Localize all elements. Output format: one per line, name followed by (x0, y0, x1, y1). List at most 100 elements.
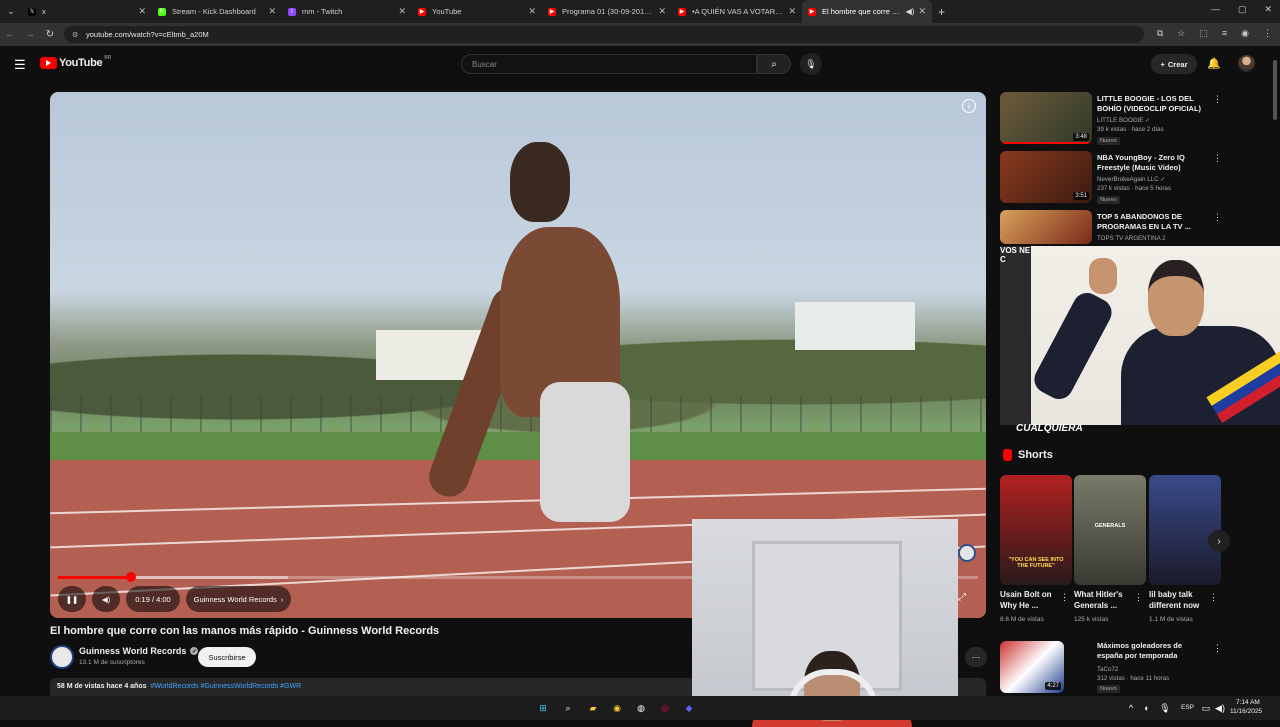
reload-icon[interactable]: ↻ (40, 29, 60, 40)
app-icon[interactable]: ◍ (634, 701, 648, 715)
new-tab-icon[interactable]: + (938, 5, 945, 19)
more-options-icon[interactable]: ⋮ (1209, 592, 1218, 603)
chrome-icon[interactable]: ◉ (610, 701, 624, 715)
tab-close-icon[interactable]: ✕ (138, 6, 146, 17)
recommendation-item[interactable]: 3:51 NBA YoungBoy - Zero IQ Freestyle (Mu… (1000, 151, 1230, 207)
bookmark-star-icon[interactable]: ☆ (1177, 28, 1185, 39)
account-avatar[interactable] (1238, 55, 1255, 72)
tab-close-icon[interactable]: ✕ (398, 6, 406, 17)
tab-close-icon[interactable]: ✕ (528, 6, 536, 17)
channel-chip[interactable]: Guinness World Records › (186, 586, 291, 612)
create-button[interactable]: + Crear (1151, 54, 1197, 74)
recommendation-thumbnail[interactable] (1000, 210, 1092, 244)
recommendation-channel[interactable]: TaCo72 (1097, 665, 1118, 674)
extensions-icon[interactable]: ⬚ (1199, 28, 1208, 39)
maximize-icon[interactable]: ▢ (1238, 4, 1247, 15)
mute-button[interactable]: ◀) (92, 586, 120, 612)
more-options-icon[interactable]: ⋮ (1213, 212, 1222, 223)
file-explorer-icon[interactable]: ▰ (586, 701, 600, 715)
voice-search-button[interactable]: 🎙 (800, 53, 822, 75)
gwr-watermark[interactable] (958, 544, 976, 562)
scrubber-handle[interactable] (125, 572, 136, 582)
browser-menu-icon[interactable]: ⋮ (1263, 28, 1272, 39)
tab-close-icon[interactable]: ✕ (918, 6, 926, 17)
browser-tab[interactable]: K Stream - Kick Dashboard ✕ (152, 0, 282, 23)
forward-icon[interactable]: → (20, 29, 40, 40)
search-input[interactable]: Buscar (461, 54, 757, 74)
short-thumbnail[interactable] (1149, 475, 1221, 585)
menu-icon[interactable]: ☰ (14, 57, 26, 73)
browser-tab[interactable]: ▶ Programa 01 (30-09-2016) - Pu ✕ (542, 0, 672, 23)
tab-close-icon[interactable]: ✕ (788, 6, 796, 17)
recommendation-title[interactable]: LITTLE BOOGIE - LOS DEL BOHÍO (VIDEOCLIP… (1097, 94, 1207, 114)
recommendation-channel[interactable]: TOPS TV ARGENTINA 2 (1097, 234, 1166, 243)
browser-tab[interactable]: t mm - Twitch ✕ (282, 0, 412, 23)
page-scrollbar[interactable] (1272, 50, 1278, 686)
discord-icon[interactable]: ◆ (682, 701, 696, 715)
media-icon[interactable]: ≡ (1222, 28, 1227, 39)
more-options-icon[interactable]: ⋮ (1213, 94, 1222, 105)
fullscreen-icon[interactable]: ⤢ (958, 592, 966, 603)
recommendation-title[interactable]: TOP 5 ABANDONOS DE PROGRAMAS EN LA TV ..… (1097, 212, 1207, 232)
speaker-icon[interactable]: ◀) (1213, 701, 1227, 715)
language-indicator[interactable]: ESP (1181, 704, 1194, 711)
tab-close-icon[interactable]: ✕ (658, 6, 666, 17)
install-icon[interactable]: ⧉ (1157, 28, 1163, 39)
short-views: 8.6 M de vistas (1000, 616, 1044, 623)
scrollbar-thumb[interactable] (1273, 60, 1277, 120)
start-icon[interactable]: ⊞ (536, 701, 550, 715)
channel-label: LITTLE BOOGIE (1097, 117, 1144, 124)
wifi-icon[interactable]: ▭ (1199, 701, 1213, 715)
site-info-icon[interactable]: ⚙ (72, 31, 78, 39)
tray-app-icon[interactable]: ◐ (1140, 701, 1154, 715)
more-options-icon[interactable]: ⋮ (1213, 153, 1222, 164)
url-field[interactable]: ⚙ youtube.com/watch?v=cEltmb_a20M (64, 26, 1144, 43)
more-actions-button[interactable]: ⋯ (965, 647, 987, 667)
pause-button[interactable]: ❚❚ (58, 586, 86, 612)
short-title[interactable]: lil baby talk different now (1149, 589, 1211, 611)
info-icon[interactable]: i (962, 99, 976, 113)
back-icon[interactable]: ← (0, 29, 20, 40)
shorts-next-button[interactable]: › (1208, 530, 1230, 552)
subscribe-button[interactable]: Suscribirse (198, 647, 256, 667)
recommendation-item[interactable]: 4:27 Máximos goleadores de españa por te… (1000, 641, 1230, 697)
recommendation-title[interactable]: Máximos goleadores de españa por tempora… (1097, 641, 1207, 661)
tab-close-icon[interactable]: ✕ (268, 6, 276, 17)
browser-tab[interactable]: ▶ YouTube ✕ (412, 0, 542, 23)
recommendation-thumbnail[interactable]: 4:27 (1000, 641, 1064, 693)
minimize-icon[interactable]: — (1211, 4, 1220, 15)
notifications-icon[interactable]: 🔔 (1207, 57, 1221, 70)
browser-tab[interactable]: ▶ •A QUIÉN VAS A VOTAR?• Rodr ✕ (672, 0, 802, 23)
more-options-icon[interactable]: ⋮ (1213, 643, 1222, 654)
clock-date[interactable]: 11/16/2025 (1230, 708, 1262, 715)
obs-icon[interactable]: ◎ (658, 701, 672, 715)
recommendation-channel[interactable]: LITTLE BOOGIE ✓ (1097, 116, 1150, 125)
browser-tab[interactable]: 𝕏x ✕ (22, 0, 152, 23)
recommendation-channel[interactable]: NeverBrokeAgain LLC ✓ (1097, 175, 1166, 184)
short-thumbnail[interactable]: "YOU CAN SEE INTO THE FUTURE" (1000, 475, 1072, 585)
profile-icon[interactable]: ◉ (1241, 28, 1249, 39)
more-options-icon[interactable]: ⋮ (1060, 592, 1069, 603)
close-window-icon[interactable]: ✕ (1264, 4, 1272, 15)
recommendation-thumbnail[interactable]: 3:48 (1000, 92, 1092, 144)
tab-search-icon[interactable]: ⌄ (0, 0, 22, 23)
browser-tab[interactable]: ▶ El hombre que corre con la ◀)✕ (802, 0, 932, 23)
channel-name[interactable]: Guinness World Records ✓ (79, 646, 199, 656)
recommendation-item[interactable]: 3:48 LITTLE BOOGIE - LOS DEL BOHÍO (VIDEO… (1000, 92, 1230, 148)
channel-avatar[interactable] (50, 645, 74, 669)
recommendation-thumbnail[interactable]: 3:51 (1000, 151, 1092, 203)
hashtags[interactable]: #WorldRecords #GuinnessWorldRecords #GWR (150, 683, 301, 690)
short-title[interactable]: What Hitler's Generals ... (1074, 589, 1136, 611)
tab-favicon-icon: ▶ (808, 7, 816, 16)
tray-chevron-icon[interactable]: ^ (1124, 701, 1138, 715)
short-title[interactable]: Usain Bolt on Why He ... (1000, 589, 1062, 611)
microphone-tray-icon[interactable]: 🎙 (1158, 701, 1172, 715)
taskbar-search-icon[interactable]: ⌕ (561, 701, 575, 715)
search-button[interactable]: ⌕ (757, 54, 791, 74)
clock-time[interactable]: 7:14 AM (1236, 699, 1260, 706)
recommendation-title[interactable]: NBA YoungBoy - Zero IQ Freestyle (Music … (1097, 153, 1207, 173)
more-options-icon[interactable]: ⋮ (1134, 592, 1143, 603)
short-thumbnail[interactable]: GENERALS (1074, 475, 1146, 585)
youtube-logo[interactable]: YouTube BR (40, 55, 111, 69)
tab-audio-icon[interactable]: ◀) (906, 7, 915, 16)
